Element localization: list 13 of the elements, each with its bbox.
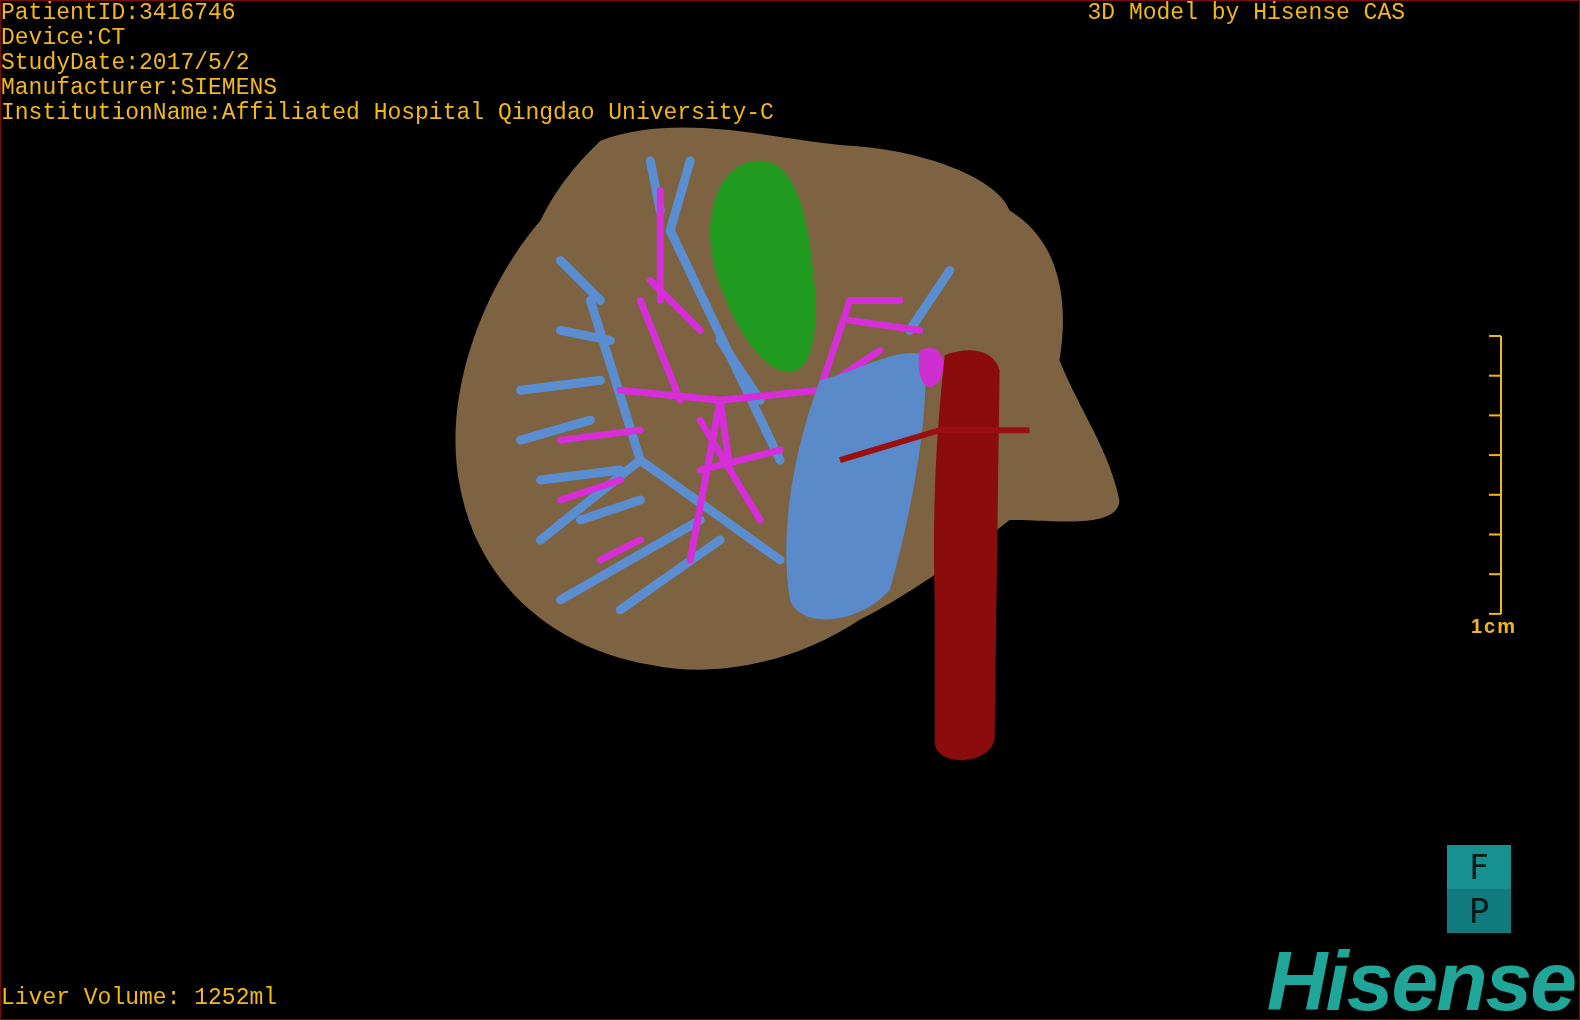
patient-info-text: InstitutionName:Affiliated Hospital Qingdao University-C [1, 101, 774, 126]
scale-label: 1cm [1470, 614, 1517, 637]
viewer-title: 3D Model by Hisense CAS [1087, 1, 1405, 26]
orientation-cube[interactable]: F P [1447, 845, 1511, 933]
viewer-viewport[interactable]: PatientID:3416746 Device:CT StudyDate:2017/5/2 Manufacturer:SIEMENS InstitutionName:Affiliated Hospital Qingdao University-C 3D Model by Hisense CAS 1cm Liver Volume: 1252ml F P Hisense [0, 0, 1580, 1020]
patient-info-text: StudyDate:2017/5/2 [1, 51, 251, 76]
patient-info-text: Device:CT [1, 26, 127, 51]
cube-face: F [1447, 845, 1511, 889]
brand-logo: Hisense [1266, 943, 1575, 1019]
liver-volume-text: Liver Volume: 1252ml [1, 986, 278, 1011]
cube-face: P [1447, 889, 1511, 933]
patient-info-text: PatientID:3416746 [1, 1, 237, 26]
patient-info-text: Manufacturer:SIEMENS [1, 76, 279, 101]
